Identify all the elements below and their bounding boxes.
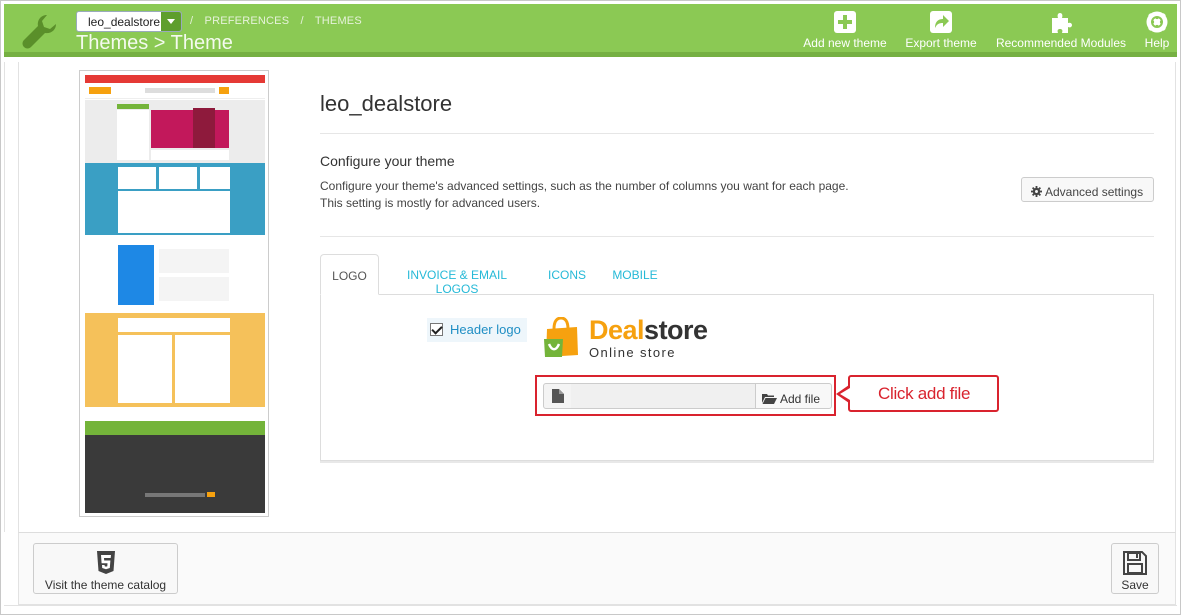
breadcrumb-item-themes[interactable]: THEMES <box>315 15 362 27</box>
click-add-file-callout: Click add file <box>848 375 999 412</box>
page-header: leo_dealstore / PREFERENCES / THEMES The… <box>4 4 1177 54</box>
add-new-theme-button[interactable]: Add new theme <box>796 10 894 50</box>
html5-icon <box>96 551 115 574</box>
logo-tagline: Online store <box>589 345 676 360</box>
header-divider <box>4 52 1177 57</box>
header-logo-text: Header logo <box>450 322 521 337</box>
file-icon <box>543 383 572 409</box>
lifebuoy-icon <box>1146 11 1168 33</box>
preview-sale-section <box>85 235 265 313</box>
preview-banner <box>85 100 265 163</box>
recommended-modules-label: Recommended Modules <box>995 36 1127 50</box>
file-path-field[interactable] <box>571 383 756 409</box>
callout-arrow-fill <box>840 388 850 400</box>
shopping-bag-icon <box>544 317 578 357</box>
preview-yellow-section <box>85 313 265 407</box>
preview-blue-section <box>85 163 265 235</box>
shop-selector[interactable]: leo_dealstore <box>76 11 182 32</box>
export-theme-button[interactable]: Export theme <box>898 10 984 50</box>
save-label: Save <box>1121 578 1149 592</box>
breadcrumb-item-preferences[interactable]: PREFERENCES <box>205 15 290 27</box>
configure-theme-description: Configure your theme's advanced settings… <box>320 179 849 210</box>
plus-icon <box>834 11 856 33</box>
add-file-label: Add file <box>780 391 821 406</box>
folder-open-icon <box>762 393 777 404</box>
panel-gutter <box>4 62 18 532</box>
header-logo-checkbox[interactable] <box>430 323 443 336</box>
recommended-modules-button[interactable]: Recommended Modules <box>988 10 1134 50</box>
visit-theme-catalog-label: Visit the theme catalog <box>44 578 167 592</box>
breadcrumb-separator: / <box>190 15 194 27</box>
floppy-disk-icon <box>1123 551 1147 575</box>
preview-footer <box>85 435 265 513</box>
preview-topbar <box>85 75 265 83</box>
breadcrumb-separator: / <box>300 15 304 27</box>
tab-logo[interactable]: LOGO <box>320 254 379 295</box>
preview-newsletter <box>85 421 265 435</box>
shop-selector-value: leo_dealstore <box>88 15 161 29</box>
header-logo-checkbox-label[interactable]: Header logo <box>427 318 527 342</box>
theme-name-heading: leo_dealstore <box>320 91 453 116</box>
gear-icon <box>1031 186 1042 197</box>
divider <box>320 133 1154 134</box>
help-label: Help <box>1144 36 1170 50</box>
add-file-button[interactable]: Add file <box>755 383 832 409</box>
divider <box>320 236 1154 237</box>
visit-theme-catalog-button[interactable]: Visit the theme catalog <box>33 543 178 594</box>
add-new-theme-label: Add new theme <box>803 36 887 50</box>
file-upload-highlight: Add file <box>535 375 836 416</box>
page-bottom-edge <box>4 605 1177 611</box>
breadcrumb: / PREFERENCES / THEMES <box>190 15 370 27</box>
preview-brands-strip <box>85 407 265 421</box>
tab-mobile[interactable]: MOBILE <box>604 254 666 295</box>
export-icon <box>930 11 952 33</box>
puzzle-icon <box>1052 13 1072 33</box>
help-button[interactable]: Help <box>1140 10 1174 50</box>
export-theme-label: Export theme <box>905 36 977 50</box>
advanced-settings-label: Advanced settings <box>1045 185 1144 199</box>
tab-icons[interactable]: ICONS <box>540 254 594 295</box>
advanced-settings-button[interactable]: Advanced settings <box>1021 177 1154 202</box>
wrench-icon <box>22 15 56 49</box>
tab-invoice-email-logos[interactable]: INVOICE & EMAIL LOGOS <box>386 254 528 296</box>
header-logo-preview: Dealstore Online store <box>539 315 709 363</box>
chevron-down-icon[interactable] <box>161 12 181 31</box>
save-button[interactable]: Save <box>1111 543 1159 594</box>
panel-footer <box>18 532 1176 605</box>
configure-theme-title: Configure your theme <box>320 153 455 169</box>
preview-header <box>85 83 265 99</box>
logo-brand: Dealstore <box>589 315 708 345</box>
theme-preview-image[interactable] <box>79 70 269 517</box>
